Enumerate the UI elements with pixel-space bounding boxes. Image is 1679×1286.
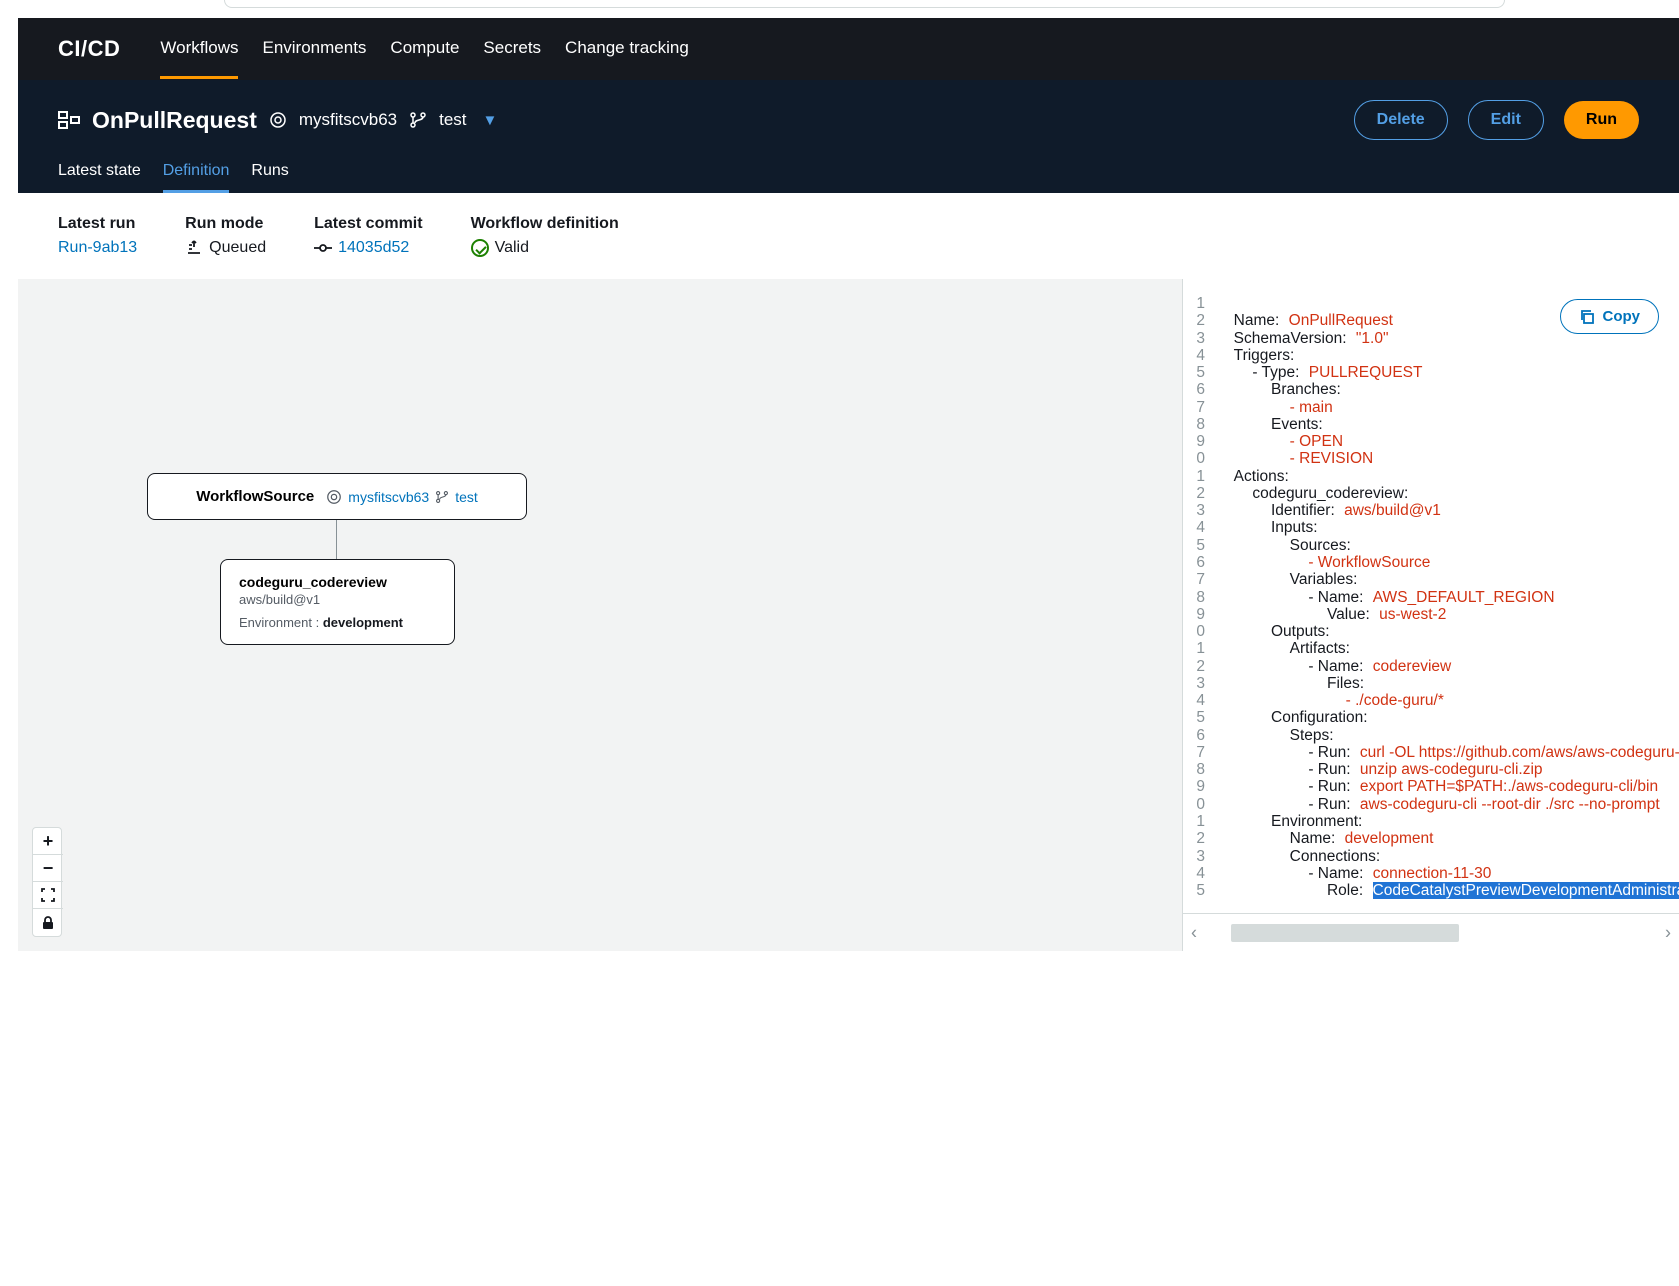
node-codeguru[interactable]: codeguru_codereview aws/build@v1 Environ…: [220, 559, 455, 645]
scroll-right-icon[interactable]: ›: [1661, 922, 1675, 943]
info-latest-commit: Latest commit 14035d52: [314, 215, 422, 257]
node-workflow-source[interactable]: WorkflowSource mysfitscvb63 test: [147, 473, 527, 520]
connector-line: [336, 520, 337, 560]
branch-name: test: [439, 110, 466, 130]
valid-icon: [471, 239, 489, 257]
run-button[interactable]: Run: [1564, 101, 1639, 139]
info-bar: Latest run Run-9ab13 Run mode Queued Lat…: [18, 193, 1679, 279]
info-latest-run: Latest run Run-9ab13: [58, 215, 137, 257]
zoom-controls: + −: [32, 827, 62, 937]
nav-secrets[interactable]: Secrets: [483, 20, 541, 79]
nav-change-tracking[interactable]: Change tracking: [565, 20, 689, 79]
info-workflow-def: Workflow definition Valid: [471, 215, 619, 257]
queued-icon: [185, 239, 203, 257]
cicd-nav: CI/CD Workflows Environments Compute Sec…: [18, 18, 1679, 80]
search-outline: [224, 0, 1505, 8]
edit-button[interactable]: Edit: [1468, 100, 1544, 140]
yaml-pane: Copy 1 2 Name: OnPullRequest 3 SchemaVer…: [1182, 279, 1679, 951]
scroll-left-icon[interactable]: ‹: [1187, 922, 1201, 943]
tab-runs[interactable]: Runs: [251, 162, 288, 193]
horizontal-scrollbar[interactable]: ‹ ›: [1183, 913, 1679, 951]
zoom-fit-button[interactable]: [33, 882, 63, 909]
commit-link[interactable]: 14035d52: [338, 239, 409, 257]
scrollbar-thumb[interactable]: [1231, 924, 1459, 942]
top-bar: [0, 0, 1679, 18]
delete-button[interactable]: Delete: [1354, 100, 1448, 140]
repo-icon: [326, 489, 342, 505]
branch-icon: [435, 490, 449, 504]
copy-icon: [1579, 309, 1595, 325]
copy-button[interactable]: Copy: [1560, 299, 1660, 334]
nav-workflows[interactable]: Workflows: [160, 20, 238, 79]
latest-run-link[interactable]: Run-9ab13: [58, 239, 137, 257]
info-run-mode: Run mode Queued: [185, 215, 266, 257]
repo-name: mysfitscvb63: [299, 110, 397, 130]
commit-icon: [314, 243, 332, 253]
tab-definition[interactable]: Definition: [163, 162, 230, 193]
tab-latest-state[interactable]: Latest state: [58, 162, 141, 193]
workflow-canvas[interactable]: WorkflowSource mysfitscvb63 test codegur…: [18, 279, 1182, 951]
repo-icon: [269, 111, 287, 129]
nav-environments[interactable]: Environments: [262, 20, 366, 79]
branch-icon: [409, 111, 427, 129]
zoom-in-button[interactable]: +: [33, 828, 63, 855]
workflow-header: OnPullRequest mysfitscvb63 test ▼ Delete…: [18, 80, 1679, 193]
nav-compute[interactable]: Compute: [390, 20, 459, 79]
workflow-icon: [58, 111, 80, 129]
zoom-out-button[interactable]: −: [33, 855, 63, 882]
branch-dropdown[interactable]: ▼: [483, 112, 498, 129]
lock-button[interactable]: [33, 909, 63, 936]
workflow-title: OnPullRequest: [92, 107, 257, 134]
cicd-brand: CI/CD: [58, 36, 120, 62]
yaml-code[interactable]: 1 2 Name: OnPullRequest 3 SchemaVersion:…: [1183, 279, 1679, 913]
